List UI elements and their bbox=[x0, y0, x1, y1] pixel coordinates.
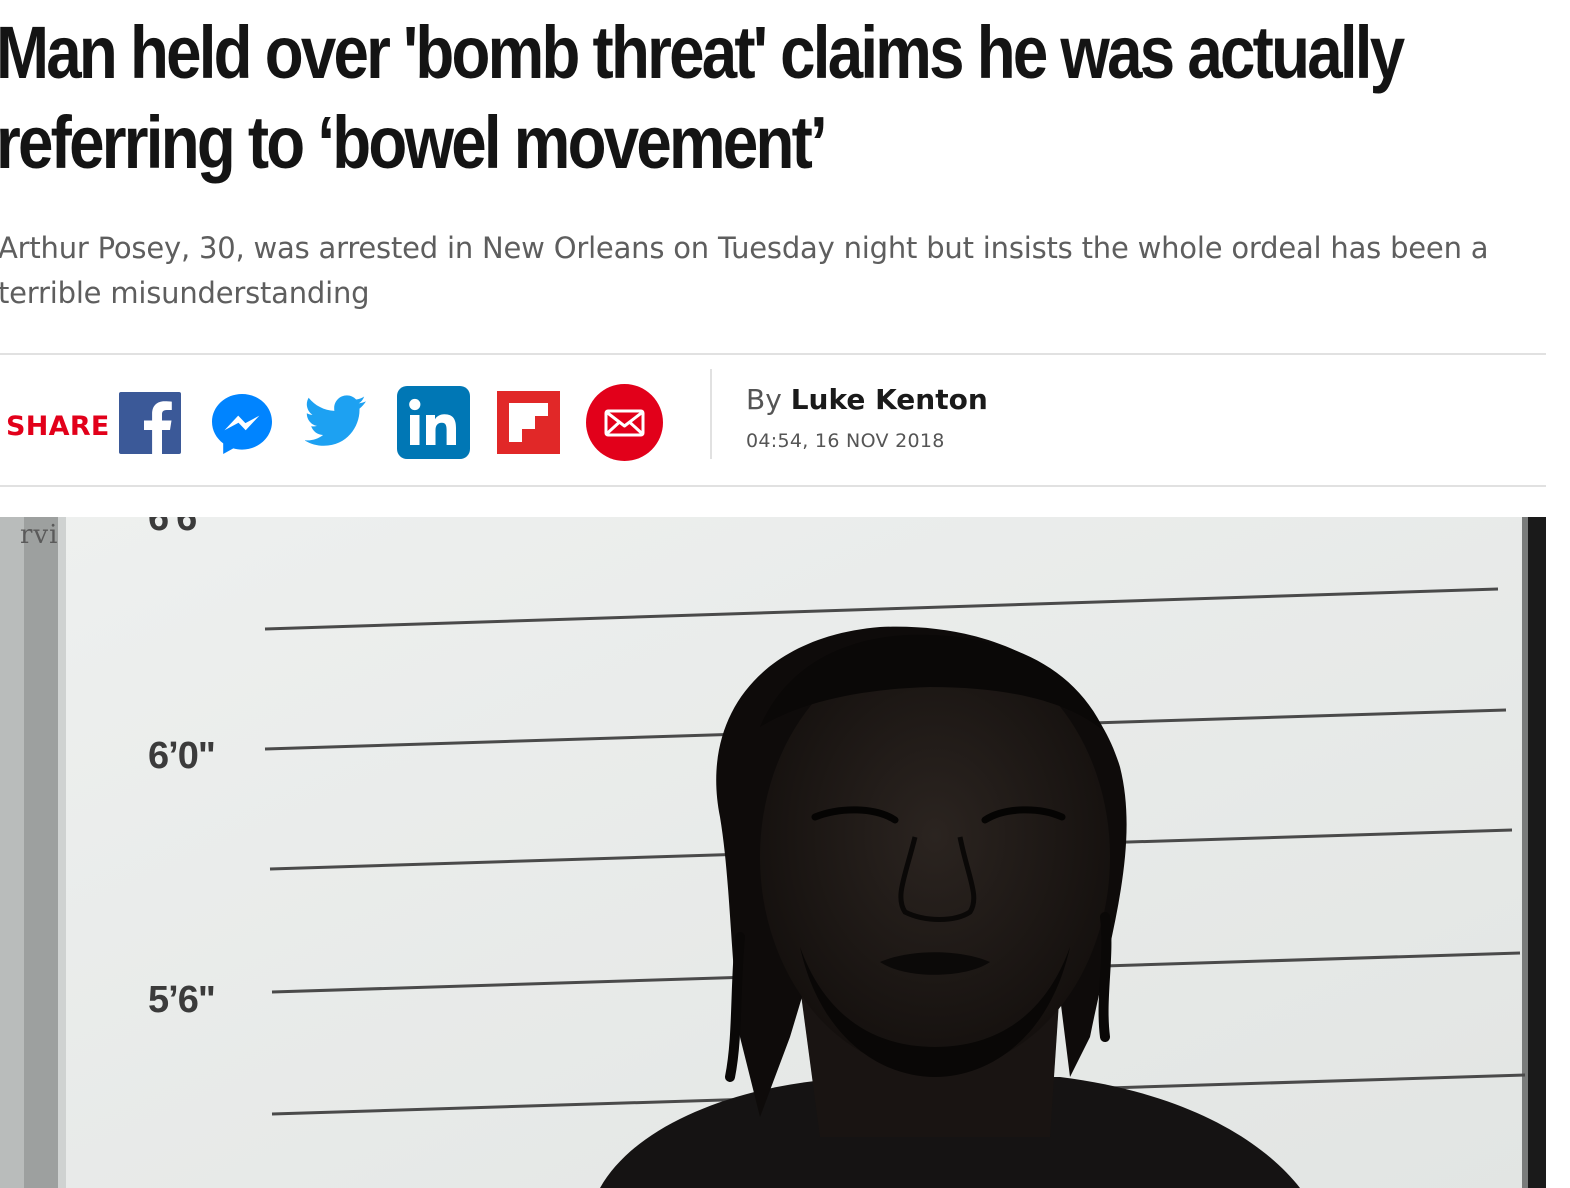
email-icon bbox=[586, 384, 663, 461]
byline-prefix: By bbox=[746, 383, 782, 416]
height-label-6-6: 6'6" bbox=[148, 517, 214, 539]
linkedin-icon bbox=[397, 386, 470, 459]
linkedin-share-button[interactable] bbox=[397, 386, 470, 459]
article-standfirst: Arthur Posey, 30, was arrested in New Or… bbox=[0, 231, 1489, 310]
flipboard-share-button[interactable] bbox=[497, 391, 560, 454]
height-label-5-6: 5’6" bbox=[148, 979, 216, 1021]
height-label-6-0: 6’0" bbox=[148, 735, 216, 777]
byline-divider bbox=[710, 369, 712, 459]
byline: By Luke Kenton bbox=[746, 383, 988, 416]
messenger-share-button[interactable] bbox=[210, 392, 274, 456]
share-bar-bottom-divider bbox=[0, 485, 1546, 487]
flipboard-icon bbox=[497, 391, 560, 454]
article-photo[interactable]: 6'6" 6’0" 5’6" rvi bbox=[0, 517, 1546, 1188]
messenger-icon bbox=[212, 394, 272, 454]
facebook-icon bbox=[119, 392, 181, 454]
photo-watermark: rvi bbox=[20, 520, 59, 550]
publish-timestamp: 04:54, 16 NOV 2018 bbox=[746, 430, 945, 452]
mugshot-image bbox=[0, 517, 1546, 1188]
share-bar: SHARE By Luke Kenton 04:54, 16 NOV 2018 bbox=[0, 355, 1546, 485]
email-share-button[interactable] bbox=[586, 384, 663, 461]
share-label: SHARE bbox=[6, 411, 110, 442]
facebook-share-button[interactable] bbox=[119, 392, 181, 454]
article-headline: Man held over 'bomb threat' claims he wa… bbox=[0, 11, 1405, 184]
author-link[interactable]: Luke Kenton bbox=[791, 383, 988, 416]
twitter-icon bbox=[305, 395, 366, 446]
twitter-share-button[interactable] bbox=[305, 395, 367, 447]
